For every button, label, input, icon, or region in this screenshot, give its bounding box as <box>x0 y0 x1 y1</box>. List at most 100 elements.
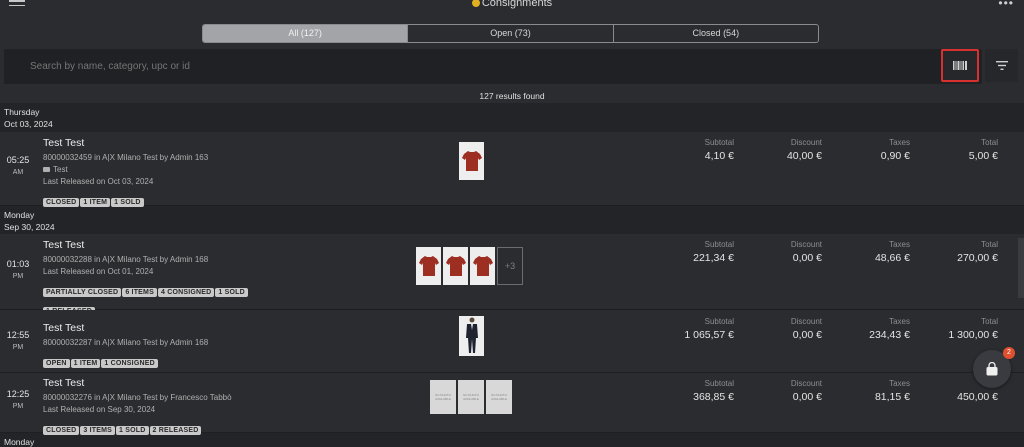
product-thumbnail <box>459 316 484 356</box>
status-badge: 3 ITEMS <box>80 426 116 435</box>
discount: Discount 0,00 € <box>790 379 822 403</box>
status-badge: 1 SOLD <box>111 198 144 207</box>
product-thumbnails <box>459 142 484 180</box>
taxes: Taxes 81,15 € <box>874 379 910 403</box>
product-thumbnails: NO PHOTO AVAILABLE NO PHOTO AVAILABLE NO… <box>430 380 512 414</box>
status-badge: 1 SOLD <box>116 426 149 435</box>
tshirt-icon <box>445 256 466 276</box>
status-badge: 1 SOLD <box>215 288 248 297</box>
filter-icon <box>995 61 1008 70</box>
status-badge: PARTIALLY CLOSED <box>43 288 122 297</box>
subtotal: Subtotal 368,85 € <box>693 379 734 403</box>
item-amounts: Subtotal 1 065,57 € Discount 0,00 € Taxes 2… <box>646 317 998 341</box>
taxes: Taxes 234,43 € <box>869 317 910 341</box>
results-count: 127 results found <box>479 91 545 101</box>
consignment-list: Thursday Oct 03, 2024 05:25 AM Test Test… <box>0 103 1024 447</box>
barcode-scan-button[interactable] <box>941 49 979 82</box>
item-info: Test Test 80000032288 in A|X Milano Test… <box>43 239 273 319</box>
item-time: 05:25 AM <box>6 155 30 176</box>
item-last-released: Last Released on Sep 30, 2024 <box>43 405 156 414</box>
tab-open[interactable]: Open (73) <box>408 25 614 42</box>
product-thumbnails <box>459 316 484 356</box>
item-reference: 80000032459 in A|X Milano Test by Admin … <box>43 153 209 162</box>
item-reference: 80000032276 in A|X Milano Test by France… <box>43 393 232 402</box>
date-header: Thursday Oct 03, 2024 <box>0 103 1024 132</box>
status-badges: CLOSED 3 ITEMS 1 SOLD 2 RELEASED <box>43 419 232 438</box>
item-amounts: Subtotal 4,10 € Discount 40,00 € Taxes 0,90… <box>646 138 998 162</box>
top-bar: Consignments ••• <box>0 0 1024 12</box>
more-items-indicator[interactable]: +3 <box>497 247 523 285</box>
tshirt-icon <box>418 256 439 276</box>
item-name: Test Test <box>43 322 85 334</box>
status-badge: OPEN <box>43 359 70 368</box>
item-info: Test Test 80000032276 in A|X Milano Test… <box>43 377 232 438</box>
consignments-app: Consignments ••• All (127) Open (73) Clo… <box>0 0 1024 447</box>
product-thumbnail <box>459 142 484 180</box>
subtotal: Subtotal 221,34 € <box>693 240 734 264</box>
more-dots-icon[interactable]: ••• <box>998 0 1014 10</box>
list-item[interactable]: 05:25 AM Test Test 80000032459 in A|X Mi… <box>0 132 1024 207</box>
item-info: Test Test 80000032287 in A|X Milano Test… <box>43 322 208 371</box>
status-badge: 1 ITEM <box>80 198 111 207</box>
shopping-bag-icon <box>986 362 998 376</box>
tshirt-icon <box>461 151 482 171</box>
cart-count-badge: 2 <box>1003 347 1015 359</box>
item-amounts: Subtotal 368,85 € Discount 0,00 € Taxes 81,… <box>646 379 998 403</box>
status-badges: OPEN 1 ITEM 1 CONSIGNED <box>43 352 208 371</box>
status-badge: CLOSED <box>43 198 80 207</box>
item-time: 12:25 PM <box>6 389 30 410</box>
item-time: 01:03 PM <box>6 259 30 280</box>
status-badge: 6 ITEMS <box>122 288 157 297</box>
tab-all[interactable]: All (127) <box>203 25 409 42</box>
item-reference: 80000032287 in A|X Milano Test by Admin … <box>43 338 209 347</box>
subtotal: Subtotal 4,10 € <box>704 138 734 162</box>
item-name: Test Test <box>43 377 85 389</box>
date-header: Monday Sep 30, 2024 <box>0 206 1024 234</box>
list-item[interactable]: 01:03 PM Test Test 80000032288 in A|X Mi… <box>0 234 1024 316</box>
tab-closed[interactable]: Closed (54) <box>614 25 818 42</box>
item-category: Test <box>43 164 208 176</box>
status-badge: 1 CONSIGNED <box>101 359 158 368</box>
total: Total 1 300,00 € <box>948 317 998 341</box>
status-badge: 4 CONSIGNED <box>157 288 215 297</box>
item-amounts: Subtotal 221,34 € Discount 0,00 € Taxes 48,… <box>646 240 998 264</box>
discount: Discount 0,00 € <box>790 240 822 264</box>
discount: Discount 40,00 € <box>786 138 822 162</box>
app-logo-icon <box>471 0 480 7</box>
status-badge: 1 ITEM <box>70 359 101 368</box>
search-input[interactable] <box>30 61 730 72</box>
scrollbar[interactable] <box>1018 238 1024 298</box>
search-bar <box>4 49 982 84</box>
item-name: Test Test <box>43 137 85 149</box>
filter-button[interactable] <box>985 49 1018 82</box>
tshirt-icon <box>472 256 493 276</box>
taxes: Taxes 48,66 € <box>874 240 910 264</box>
list-item[interactable]: 12:55 PM Test Test 80000032287 in A|X Mi… <box>0 310 1024 373</box>
total: Total 5,00 € <box>968 138 998 162</box>
total: Total 270,00 € <box>957 240 998 264</box>
item-info: Test Test 80000032459 in A|X Milano Test… <box>43 137 208 210</box>
barcode-icon <box>953 61 967 70</box>
cart-button[interactable]: 2 <box>973 347 1015 388</box>
status-badge: 2 RELEASED <box>149 426 202 435</box>
status-badges: CLOSED 1 ITEM 1 SOLD <box>43 191 208 210</box>
subtotal: Subtotal 1 065,57 € <box>684 317 734 341</box>
list-item[interactable]: 12:25 PM Test Test 80000032276 in A|X Mi… <box>0 373 1024 435</box>
status-badge: CLOSED <box>43 426 80 435</box>
no-photo-placeholder: NO PHOTO AVAILABLE <box>486 380 512 414</box>
suit-icon <box>465 317 478 353</box>
folder-icon <box>43 167 50 172</box>
item-last-released: Last Released on Oct 03, 2024 <box>43 177 154 186</box>
taxes: Taxes 0,90 € <box>880 138 910 162</box>
product-thumbnail <box>470 247 495 285</box>
page-title: Consignments <box>0 0 1024 9</box>
product-thumbnail <box>443 247 468 285</box>
product-thumbnail <box>416 247 441 285</box>
no-photo-placeholder: NO PHOTO AVAILABLE <box>458 380 484 414</box>
item-name: Test Test <box>43 239 85 251</box>
discount: Discount 0,00 € <box>790 317 822 341</box>
no-photo-placeholder: NO PHOTO AVAILABLE <box>430 380 456 414</box>
item-time: 12:55 PM <box>6 330 30 351</box>
item-last-released: Last Released on Oct 01, 2024 <box>43 267 154 276</box>
product-thumbnails: +3 <box>416 247 523 285</box>
